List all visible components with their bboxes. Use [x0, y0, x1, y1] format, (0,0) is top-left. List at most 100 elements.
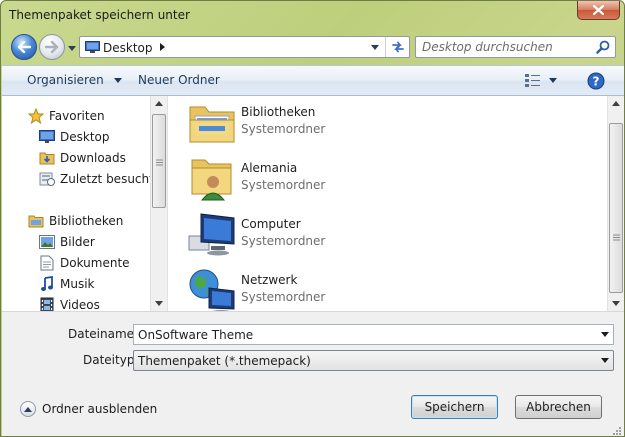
sidebar-item-music[interactable]: Musik [39, 274, 95, 294]
user-folder-icon [191, 159, 232, 201]
title-bar[interactable]: Themenpaket speichern unter [1, 1, 624, 31]
sidebar-item-label: Musik [60, 277, 95, 291]
save-button[interactable]: Speichern [411, 395, 498, 419]
desktop-icon [39, 129, 55, 145]
save-dialog-window: Themenpaket speichern unter Desktop Desk… [0, 0, 625, 437]
libraries-icon [28, 213, 44, 229]
sidebar-item-recent[interactable]: Zuletzt besucht [39, 169, 154, 189]
view-dropdown-icon[interactable] [549, 78, 557, 83]
address-bar[interactable]: Desktop [79, 36, 410, 58]
main-area: Favoriten Desktop Downloads Zuletzt besu… [2, 96, 624, 314]
address-location[interactable]: Desktop [103, 41, 153, 55]
music-icon [39, 276, 55, 292]
filetype-value: Themenpaket (*.themepack) [138, 354, 311, 368]
file-type: Systemordner [241, 178, 326, 192]
scroll-up-icon[interactable] [155, 101, 163, 106]
refresh-icon [391, 41, 404, 53]
filetype-select[interactable]: Themenpaket (*.themepack) [133, 350, 614, 371]
pictures-icon [39, 234, 55, 250]
command-toolbar: Organisieren Neuer Ordner ? [2, 65, 624, 96]
resize-grip-icon[interactable] [611, 425, 622, 436]
file-type: Systemordner [241, 290, 326, 304]
nav-favorites-header[interactable]: Favoriten [28, 106, 105, 126]
file-name: Bibliotheken [241, 105, 316, 119]
file-name: Computer [241, 217, 301, 231]
svg-text:?: ? [593, 75, 600, 89]
scroll-thumb[interactable] [609, 123, 623, 293]
forward-button[interactable] [39, 34, 65, 60]
filename-combobox[interactable] [133, 324, 614, 345]
chevron-down-icon [113, 78, 122, 83]
sidebar-item-label: Zuletzt besucht [60, 172, 154, 186]
nav-libraries-label: Bibliotheken [49, 214, 124, 228]
file-type: Systemordner [241, 234, 326, 248]
sidebar-item-label: Bilder [60, 235, 95, 249]
filetype-label: Dateityp: [83, 353, 139, 367]
sidebar-item-label: Dokumente [60, 256, 130, 270]
grip-icon [613, 234, 620, 241]
view-options-icon[interactable] [524, 73, 541, 89]
list-item[interactable]: Bibliotheken Systemordner [187, 98, 447, 150]
help-icon[interactable]: ? [587, 72, 605, 90]
list-item[interactable]: Computer Systemordner [187, 210, 447, 262]
organize-button[interactable]: Organisieren [27, 73, 122, 87]
search-icon[interactable] [596, 40, 610, 54]
sidebar-item-pictures[interactable]: Bilder [39, 232, 95, 252]
scroll-down-icon[interactable] [612, 301, 620, 306]
breadcrumb-arrow-icon[interactable] [160, 43, 165, 51]
file-list-scrollbar[interactable] [607, 96, 624, 311]
filename-label: Dateiname: [68, 327, 139, 341]
save-options-panel: Dateiname: Dateityp: Themenpaket (*.them… [2, 311, 624, 436]
scroll-down-icon[interactable] [155, 301, 163, 306]
list-item[interactable]: Alemania Systemordner [187, 154, 447, 206]
nav-libraries-header[interactable]: Bibliotheken [28, 211, 123, 231]
hide-folders-label: Ordner ausblenden [42, 402, 158, 416]
sidebar-item-label: Downloads [60, 151, 126, 165]
chevron-up-icon [20, 401, 36, 417]
star-icon [28, 108, 44, 124]
back-button[interactable] [11, 34, 37, 60]
address-history-dropdown[interactable] [367, 37, 383, 57]
sidebar-item-label: Videos [60, 298, 100, 312]
file-name: Netzwerk [241, 273, 298, 287]
nav-pane-scrollbar[interactable] [150, 96, 167, 311]
grip-icon [156, 159, 163, 166]
file-type: Systemordner [241, 122, 326, 136]
chevron-down-icon [68, 45, 76, 51]
search-box[interactable] [415, 36, 616, 58]
recent-pages-dropdown[interactable] [67, 44, 77, 52]
recent-places-icon [39, 171, 55, 187]
arrow-right-icon [45, 41, 59, 53]
window-title: Themenpaket speichern unter [9, 8, 190, 22]
file-list: Bibliotheken Systemordner Alemania Syste… [169, 96, 624, 314]
close-icon [593, 5, 604, 15]
computer-icon [188, 213, 235, 256]
network-icon [189, 269, 235, 314]
scroll-thumb[interactable] [152, 114, 166, 208]
close-button[interactable] [577, 1, 620, 20]
arrow-left-icon [17, 41, 31, 53]
chevron-down-icon[interactable] [601, 332, 609, 337]
refresh-button[interactable] [385, 37, 409, 57]
navigation-bar: Desktop [1, 31, 624, 65]
nav-favorites-label: Favoriten [49, 109, 105, 123]
documents-icon [39, 255, 55, 271]
sidebar-item-label: Desktop [60, 130, 110, 144]
navigation-pane: Favoriten Desktop Downloads Zuletzt besu… [2, 96, 168, 313]
hide-folders-toggle[interactable]: Ordner ausblenden [20, 400, 157, 418]
sidebar-item-documents[interactable]: Dokumente [39, 253, 130, 273]
sidebar-item-downloads[interactable]: Downloads [39, 148, 126, 168]
organize-label: Organisieren [27, 73, 104, 87]
cancel-button[interactable]: Abbrechen [515, 395, 602, 419]
chevron-down-icon [371, 44, 379, 50]
new-folder-button[interactable]: Neuer Ordner [138, 73, 220, 87]
desktop-icon [85, 41, 100, 53]
filename-input[interactable] [138, 326, 588, 343]
libraries-folder-icon [189, 106, 235, 143]
chevron-down-icon [601, 358, 609, 363]
downloads-folder-icon [39, 150, 55, 166]
file-name: Alemania [241, 161, 298, 175]
scroll-up-icon[interactable] [612, 101, 620, 106]
search-input[interactable] [422, 38, 592, 56]
sidebar-item-desktop[interactable]: Desktop [39, 127, 110, 147]
